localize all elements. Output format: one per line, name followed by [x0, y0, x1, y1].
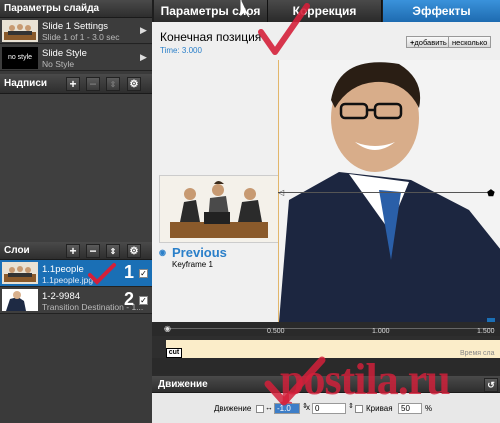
- gear-icon[interactable]: ⚙: [127, 77, 141, 91]
- keyframe-marker-icon[interactable]: ⬟: [487, 188, 495, 199]
- layer-number: 2: [124, 289, 135, 309]
- previous-keyframe-thumbnail[interactable]: [159, 175, 279, 243]
- layer-title: 1.1people: [42, 264, 84, 275]
- watermark-text: postila.ru: [280, 355, 451, 404]
- layer-title: 1-2-9984: [42, 291, 81, 302]
- curve-checkbox[interactable]: [355, 405, 363, 413]
- slide-params-title: Параметры слайда: [4, 3, 100, 14]
- previous-label: Previous: [172, 245, 227, 260]
- remove-caption-button[interactable]: −: [86, 77, 100, 91]
- left-panel: Параметры слайда Slide 1 Settings Slide …: [0, 0, 152, 423]
- layer-sub: 1.1people.jpg: [42, 275, 94, 285]
- captions-title: Надписи: [4, 78, 48, 89]
- layers-title: Слои: [4, 245, 30, 256]
- check-mark-icon: [255, 2, 311, 61]
- chevron-right-icon: ▶: [140, 52, 147, 62]
- remove-layer-button[interactable]: −: [86, 244, 100, 258]
- reset-icon[interactable]: ↺: [484, 378, 498, 392]
- current-keyframe-image[interactable]: [278, 60, 500, 322]
- add-keyframe-button[interactable]: +добавить: [406, 36, 451, 48]
- keyframe-marker-icon: ◉: [159, 248, 166, 257]
- cut-label: cut: [166, 348, 182, 358]
- curve-input[interactable]: 50: [398, 403, 422, 414]
- layer-thumbnail: [2, 289, 38, 311]
- slide-thumbnail: [2, 20, 38, 42]
- motion-title: Движение: [158, 379, 208, 390]
- gear-icon[interactable]: ⚙: [127, 244, 141, 258]
- arrow-left-icon: ◁: [278, 188, 285, 197]
- timeline-start-marker-icon[interactable]: ◉: [164, 324, 171, 333]
- add-caption-button[interactable]: +: [66, 77, 80, 91]
- layer-visibility-checkbox[interactable]: ✓: [139, 269, 148, 278]
- keyframe-title: Конечная позиция: [160, 30, 262, 44]
- slide-settings-row[interactable]: Slide 1 Settings Slide 1 of 1 - 3.0 sec …: [0, 18, 152, 44]
- reorder-captions-icon[interactable]: ⇕: [106, 77, 120, 91]
- motion-label: Движение: [214, 404, 252, 413]
- layers-list-empty: [0, 314, 152, 423]
- chevron-right-icon: ▶: [140, 25, 147, 35]
- reorder-layers-icon[interactable]: ⇕: [106, 244, 120, 258]
- several-button[interactable]: несколько: [448, 36, 492, 48]
- check-mark-icon: [88, 263, 116, 288]
- slide-style-sub: No Style: [42, 59, 75, 69]
- slide-style-row[interactable]: no style Slide Style No Style ▶: [0, 45, 152, 71]
- layer-row-2[interactable]: 1-2-9984 Transition Destination - 1... 2…: [0, 287, 152, 314]
- keyframe-time: Time: 3.000: [160, 46, 202, 55]
- add-layer-button[interactable]: +: [66, 244, 80, 258]
- ruler-line: [164, 328, 494, 329]
- captions-list: [0, 94, 152, 242]
- curve-label: Кривая: [366, 404, 393, 413]
- timeline-tick: 1.500: [477, 328, 495, 335]
- layer-number: 1: [124, 262, 135, 282]
- previous-sub: Keyframe 1: [172, 260, 213, 269]
- slide-params-header: Параметры слайда: [0, 0, 152, 18]
- slide-style-title: Slide Style: [42, 48, 87, 59]
- tab-effects[interactable]: Эффекты: [383, 0, 500, 22]
- layer-thumbnail: [2, 262, 38, 284]
- slide-time-label: Время сла: [460, 350, 495, 357]
- slide-style-thumbnail: no style: [2, 47, 38, 69]
- keyframe-properties: Конечная позиция Time: 3.000 +добавить н…: [152, 22, 500, 60]
- timeline-ruler: [152, 322, 500, 336]
- timeline-tick: 1.000: [372, 328, 390, 335]
- percent-label: %: [425, 404, 433, 413]
- preview-stage[interactable]: ◉ Previous Keyframe 1 ◁ ⬟: [152, 60, 500, 322]
- timeline-tick: 0.500: [267, 328, 285, 335]
- motion-path-line: [278, 192, 490, 193]
- slide-settings-title: Slide 1 Settings: [42, 21, 109, 32]
- layer-row-1[interactable]: 1.1people 1.1people.jpg 1 ✓: [0, 260, 152, 287]
- slide-settings-sub: Slide 1 of 1 - 3.0 sec: [42, 32, 120, 42]
- cursor-arrow-icon: [236, 0, 258, 18]
- layer-visibility-checkbox[interactable]: ✓: [139, 296, 148, 305]
